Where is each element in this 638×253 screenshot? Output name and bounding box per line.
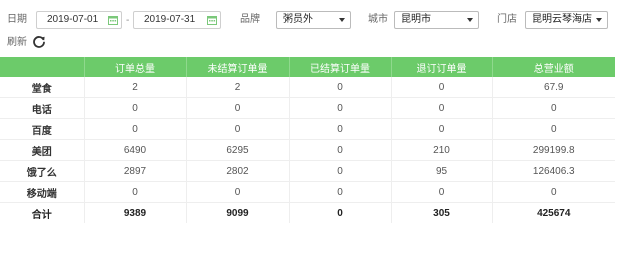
refresh-icon[interactable] <box>32 35 46 49</box>
column-header: 订单总量 <box>84 57 187 77</box>
row-label: 堂食 <box>0 77 85 98</box>
refresh-label: 刷新 <box>7 37 27 48</box>
chevron-down-icon <box>467 18 473 22</box>
table-cell: 95 <box>391 160 493 182</box>
table-cell: 0 <box>492 181 615 203</box>
table-cell: 0 <box>289 181 392 203</box>
city-select[interactable]: 昆明市 <box>394 11 479 29</box>
end-date-input[interactable]: 2019-07-31 <box>133 11 221 29</box>
city-label: 城市 <box>368 14 388 25</box>
start-date-input[interactable]: 2019-07-01 <box>36 11 122 29</box>
table-cell: 0 <box>186 118 290 140</box>
table-cell: 0 <box>492 118 615 140</box>
table-row: 美团 6490 6295 0 210 299199.8 <box>0 139 615 161</box>
calendar-icon[interactable] <box>108 15 118 25</box>
total-cell: 0 <box>289 202 392 223</box>
start-date-value: 2019-07-01 <box>47 14 99 25</box>
table-cell: 0 <box>391 77 493 98</box>
total-row: 合计 9389 9099 0 305 425674 <box>0 202 615 223</box>
date-separator: - <box>126 15 130 26</box>
table-cell: 0 <box>186 97 290 119</box>
table-cell: 0 <box>289 160 392 182</box>
table-cell: 2897 <box>84 160 187 182</box>
row-label: 美团 <box>0 139 85 161</box>
brand-select-value: 粥员外 <box>283 14 313 25</box>
end-date-value: 2019-07-31 <box>144 14 196 25</box>
table-cell: 299199.8 <box>492 139 615 161</box>
column-header <box>0 57 85 77</box>
column-header: 未结算订单量 <box>186 57 290 77</box>
table-row: 移动端 0 0 0 0 0 <box>0 181 615 203</box>
table-cell: 2802 <box>186 160 290 182</box>
table-cell: 0 <box>84 118 187 140</box>
table-cell: 0 <box>289 118 392 140</box>
row-label: 百度 <box>0 118 85 140</box>
table-row: 堂食 2 2 0 0 67.9 <box>0 77 615 98</box>
total-cell: 305 <box>391 202 493 223</box>
filter-bar: 日期 2019-07-01 - 2019-07-31 品牌 粥员外 城市 昆明市… <box>0 0 638 56</box>
table-cell: 67.9 <box>492 77 615 98</box>
table-row: 饿了么 2897 2802 0 95 126406.3 <box>0 160 615 182</box>
total-cell: 9389 <box>84 202 187 223</box>
table-cell: 126406.3 <box>492 160 615 182</box>
table-cell: 0 <box>84 181 187 203</box>
table-cell: 0 <box>186 181 290 203</box>
store-select-value: 昆明云琴海店 <box>532 14 592 25</box>
table-row: 电话 0 0 0 0 0 <box>0 97 615 119</box>
store-label: 门店 <box>497 14 517 25</box>
table-cell: 0 <box>289 97 392 119</box>
table-cell: 6490 <box>84 139 187 161</box>
date-label: 日期 <box>7 14 27 25</box>
table-cell: 210 <box>391 139 493 161</box>
column-header: 退订订单量 <box>391 57 493 77</box>
total-cell: 425674 <box>537 207 571 219</box>
table-cell: 0 <box>289 139 392 161</box>
column-header: 已结算订单量 <box>289 57 392 77</box>
table-header-row: 订单总量 未结算订单量 已结算订单量 退订订单量 总营业额 <box>0 57 615 77</box>
chevron-down-icon <box>596 18 602 22</box>
table-cell: 2 <box>186 77 290 98</box>
city-select-value: 昆明市 <box>401 14 431 25</box>
row-label: 饿了么 <box>0 160 85 182</box>
table-cell: 0 <box>391 118 493 140</box>
total-label: 合计 <box>0 202 85 223</box>
order-summary-table: 订单总量 未结算订单量 已结算订单量 退订订单量 总营业额 堂食 2 2 0 0… <box>0 57 615 223</box>
table-cell: 6295 <box>186 139 290 161</box>
table-cell: 0 <box>391 181 493 203</box>
chevron-down-icon <box>339 18 345 22</box>
brand-label: 品牌 <box>240 14 260 25</box>
table-row: 百度 0 0 0 0 0 <box>0 118 615 140</box>
table-cell: 0 <box>391 97 493 119</box>
calendar-icon[interactable] <box>207 15 217 25</box>
table-cell: 0 <box>289 77 392 98</box>
table-cell: 0 <box>492 97 615 119</box>
column-header: 总营业额 <box>492 57 615 77</box>
row-label: 电话 <box>0 97 85 119</box>
brand-select[interactable]: 粥员外 <box>276 11 351 29</box>
total-cell: 9099 <box>186 202 290 223</box>
table-cell: 2 <box>84 77 187 98</box>
store-select[interactable]: 昆明云琴海店 <box>525 11 608 29</box>
row-label: 移动端 <box>0 181 85 203</box>
table-cell: 0 <box>84 97 187 119</box>
